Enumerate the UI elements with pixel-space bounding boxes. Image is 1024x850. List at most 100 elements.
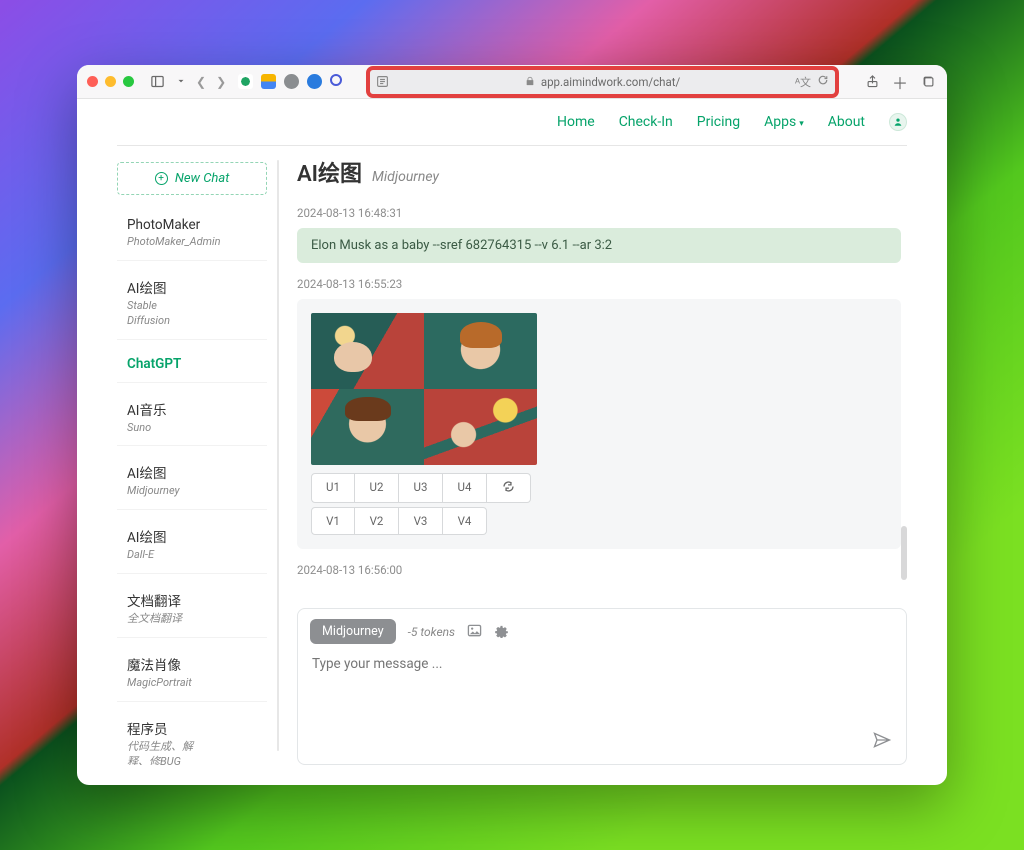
sidebar-item-label: AI绘图 (127, 277, 259, 297)
sidebar-item-photomaker[interactable]: PhotoMaker PhotoMaker_Admin (117, 207, 267, 261)
user-message: Elon Musk as a baby --sref 682764315 --v… (297, 228, 901, 263)
grid-image-1[interactable] (311, 313, 424, 389)
nav-forward-icon[interactable]: ❯ (216, 75, 226, 89)
grid-image-2[interactable] (424, 313, 537, 389)
reader-mode-icon[interactable] (376, 70, 389, 94)
upscale-row: U1 U2 U3 U4 (311, 473, 887, 503)
sidebar-item-label: 魔法肖像 (127, 654, 259, 674)
address-bar-highlighted[interactable]: app.aimindwork.com/chat/ ᴬ文 (366, 66, 839, 98)
window-close-button[interactable] (87, 76, 98, 87)
sidebar-item-label: 文档翻译 (127, 590, 259, 610)
upscale-u4[interactable]: U4 (443, 473, 487, 503)
reload-icon[interactable] (817, 74, 829, 89)
grid-image-4[interactable] (424, 389, 537, 465)
image-icon[interactable] (467, 623, 482, 641)
sidebar-item-sublabel: 全文档翻译 (127, 612, 259, 627)
address-bar-url[interactable]: app.aimindwork.com/chat/ (541, 75, 680, 89)
reroll-button[interactable] (487, 473, 531, 503)
send-button[interactable] (872, 730, 906, 764)
window-zoom-button[interactable] (123, 76, 134, 87)
variation-v3[interactable]: V3 (399, 507, 443, 535)
browser-nav: ❮ ❯ (196, 75, 226, 89)
midjourney-image-grid[interactable] (311, 313, 537, 465)
sidebar-item-ai-music[interactable]: AI音乐 Suno (117, 389, 267, 447)
upscale-u1[interactable]: U1 (311, 473, 355, 503)
scrollbar-thumb[interactable] (901, 526, 907, 580)
chevron-down-icon: ▾ (799, 119, 804, 129)
sidebar-item-label: AI绘图 (127, 526, 259, 546)
new-chat-label: New Chat (175, 171, 230, 186)
timestamp: 2024-08-13 16:48:31 (297, 206, 901, 220)
nav-pricing[interactable]: Pricing (697, 114, 740, 130)
variation-v2[interactable]: V2 (355, 507, 399, 535)
sidebar-item-programmer[interactable]: 程序员 代码生成、解 释、修BUG (117, 708, 267, 765)
message-input[interactable] (298, 644, 906, 730)
upscale-u3[interactable]: U3 (399, 473, 443, 503)
bot-message: U1 U2 U3 U4 V1 V2 V3 V4 (297, 299, 901, 549)
upscale-u2[interactable]: U2 (355, 473, 399, 503)
sidebar-item-dalle[interactable]: AI绘图 Dall-E (117, 516, 267, 574)
sidebar-item-doc-translate[interactable]: 文档翻译 全文档翻译 (117, 580, 267, 638)
main-content: + New Chat PhotoMaker PhotoMaker_Admin A… (77, 146, 947, 785)
grid-image-3[interactable] (311, 389, 424, 465)
sidebar-item-sublabel: Suno (127, 421, 259, 436)
variation-v4[interactable]: V4 (443, 507, 487, 535)
extension-icons (238, 74, 342, 89)
extension-icon[interactable] (307, 74, 322, 89)
sidebar-item-sublabel: Midjourney (127, 484, 259, 499)
token-counter: -5 tokens (408, 625, 455, 639)
messages-scroll[interactable]: 2024-08-13 16:48:31 Elon Musk as a baby … (297, 192, 907, 598)
sidebar-item-label: PhotoMaker (127, 217, 259, 233)
chat-title: AI绘图 (297, 156, 362, 188)
nav-about[interactable]: About (828, 114, 865, 130)
share-icon[interactable] (863, 74, 881, 89)
sidebar-item-chatgpt[interactable]: ChatGPT (117, 346, 267, 383)
sidebar-item-sublabel: Stable Diffusion (127, 299, 259, 329)
nav-home[interactable]: Home (557, 114, 595, 130)
page-content: Home Check-In Pricing Apps▾ About + New … (77, 99, 947, 785)
sidebar: + New Chat PhotoMaker PhotoMaker_Admin A… (117, 146, 277, 765)
sidebar-item-sublabel: Dall-E (127, 548, 259, 563)
reroll-icon (502, 480, 515, 493)
plus-icon: + (155, 172, 168, 185)
sidebar-item-sublabel: 代码生成、解 释、修BUG (127, 740, 259, 765)
sidebar-item-sublabel: PhotoMaker_Admin (127, 235, 259, 250)
user-message-text: Elon Musk as a baby --sref 682764315 --v… (311, 238, 612, 253)
nav-apps[interactable]: Apps▾ (764, 114, 804, 130)
sidebar-toggle-icon[interactable] (148, 74, 166, 89)
new-chat-button[interactable]: + New Chat (117, 162, 267, 195)
engine-pill[interactable]: Midjourney (310, 619, 396, 644)
extension-icon[interactable] (330, 74, 342, 86)
gear-icon[interactable] (494, 623, 509, 641)
nav-back-icon[interactable]: ❮ (196, 75, 206, 89)
sidebar-item-stable-diffusion[interactable]: AI绘图 Stable Diffusion (117, 267, 267, 340)
timestamp: 2024-08-13 16:55:23 (297, 277, 901, 291)
extension-icon[interactable] (261, 74, 276, 89)
variation-v1[interactable]: V1 (311, 507, 355, 535)
chat-panel: AI绘图 Midjourney 2024-08-13 16:48:31 Elon… (279, 146, 907, 765)
extension-icon[interactable] (238, 74, 253, 89)
new-tab-icon[interactable]: ＋ (891, 70, 909, 94)
timestamp: 2024-08-13 16:56:00 (297, 563, 901, 577)
sidebar-item-label: ChatGPT (127, 356, 259, 372)
nav-apps-label: Apps (764, 114, 796, 130)
send-icon (872, 730, 892, 750)
sidebar-item-label: AI绘图 (127, 462, 259, 482)
sidebar-item-midjourney[interactable]: AI绘图 Midjourney (117, 452, 267, 510)
tab-groups-chevron-icon[interactable] (176, 74, 186, 89)
extension-icon[interactable] (284, 74, 299, 89)
chat-subtitle: Midjourney (372, 169, 439, 185)
browser-toolbar: ❮ ❯ app.aimindwork.com/chat/ ᴬ文 (77, 65, 947, 99)
sidebar-item-label: AI音乐 (127, 399, 259, 419)
lock-icon (525, 75, 535, 89)
nav-checkin[interactable]: Check-In (619, 114, 673, 130)
composer-meta: Midjourney -5 tokens (298, 609, 906, 644)
user-avatar-icon[interactable] (889, 113, 907, 131)
tab-overview-icon[interactable] (919, 74, 937, 89)
translate-icon[interactable]: ᴬ文 (795, 74, 811, 90)
traffic-lights[interactable] (87, 76, 134, 87)
sidebar-item-magic-portrait[interactable]: 魔法肖像 MagicPortrait (117, 644, 267, 702)
browser-window: ❮ ❯ app.aimindwork.com/chat/ ᴬ文 (77, 65, 947, 785)
message-composer: Midjourney -5 tokens (297, 608, 907, 765)
window-minimize-button[interactable] (105, 76, 116, 87)
